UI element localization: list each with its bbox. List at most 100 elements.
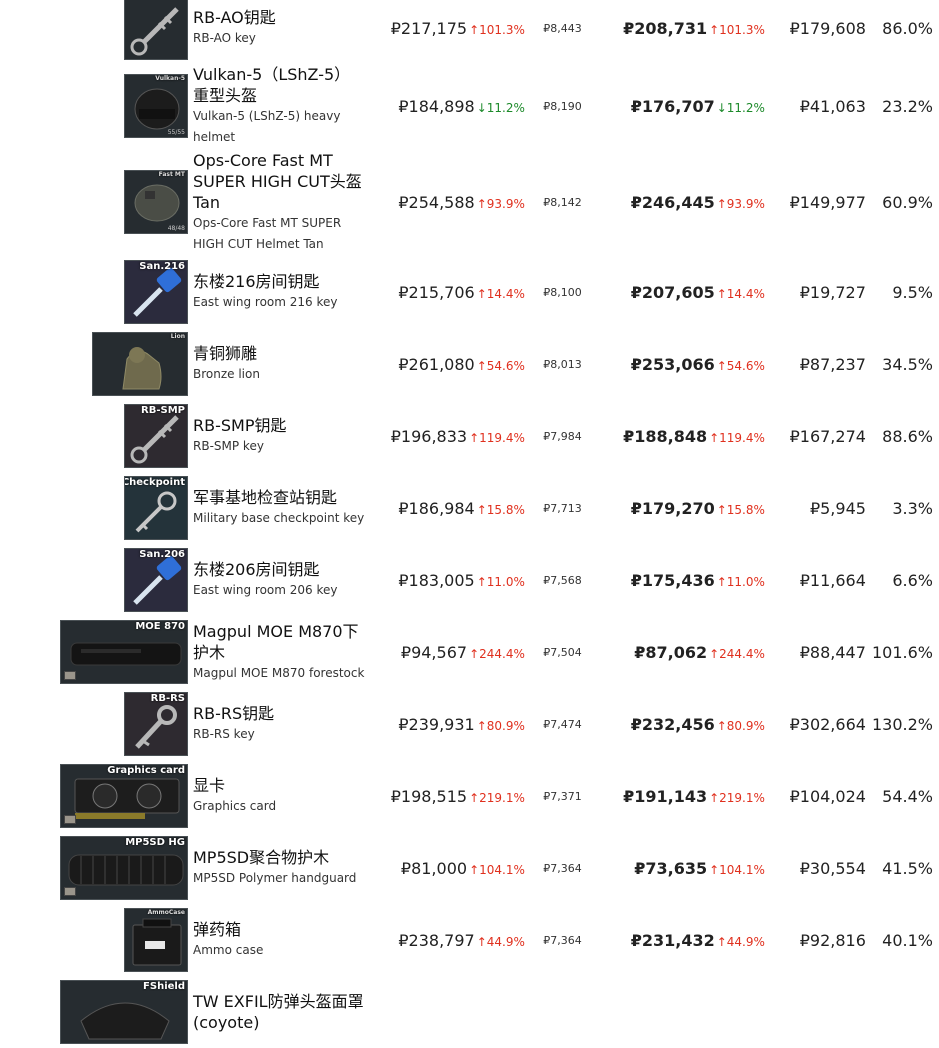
flea-price: ₽94,567 ↑244.4% — [400, 642, 525, 662]
table-row[interactable]: San.206 东楼206房间钥匙 East wing room 206 key … — [0, 544, 939, 616]
item-name-cn[interactable]: Ops-Core Fast MT SUPER HIGH CUT头盔Tan — [193, 150, 365, 213]
profit-value: ₽88,447 — [799, 642, 866, 662]
table-row[interactable]: FShield TW EXFIL防弹头盔面罩(coyote) — [0, 976, 939, 1048]
price-change: ↑54.6% — [476, 358, 525, 373]
trader-price: ₽175,436 ↑11.0% — [630, 570, 765, 590]
profit-value: ₽41,063 — [799, 96, 866, 116]
price-change: ↑14.4% — [716, 286, 765, 301]
price-change: ↑15.8% — [716, 502, 765, 517]
flea-price: ₽215,706 ↑14.4% — [398, 282, 525, 302]
key-icon[interactable]: Checkpoint — [124, 476, 188, 540]
profit-value: ₽179,608 — [789, 18, 866, 38]
flea-price: ₽217,175 ↑101.3% — [390, 18, 525, 38]
trader-price: ₽246,445 ↑93.9% — [630, 192, 765, 212]
table-row[interactable]: RB-AO钥匙 RB-AO key ₽217,175 ↑101.3% ₽8,443 … — [0, 0, 939, 64]
item-name-en: RB-SMP key — [193, 439, 264, 453]
item-name-cn[interactable]: 东楼216房间钥匙 — [193, 271, 365, 292]
table-row[interactable]: Checkpoint 军事基地检查站钥匙 Military base checkp… — [0, 472, 939, 544]
table-row[interactable]: Fast MT 48/48 Ops-Core Fast MT SUPER HIGH… — [0, 148, 939, 256]
key-icon[interactable]: RB-RS — [124, 692, 188, 756]
item-name-cn[interactable]: RB-RS钥匙 — [193, 703, 365, 724]
profit-percent: 6.6% — [892, 570, 933, 590]
flea-price: ₽261,080 ↑54.6% — [398, 354, 525, 374]
profit-value: ₽104,024 — [789, 786, 866, 806]
table-row[interactable]: MOE 870 Magpul MOE M870下护木 Magpul MOE M87… — [0, 616, 939, 688]
table-row[interactable]: Vulkan-5 55/55 Vulkan-5（LShZ-5）重型头盔 Vulkan… — [0, 64, 939, 148]
price-change: ↑219.1% — [469, 790, 525, 805]
profit-value: ₽30,554 — [799, 858, 866, 878]
profit-value: ₽149,977 — [789, 192, 866, 212]
price-change: ↑219.1% — [709, 790, 765, 805]
price-per-slot: ₽8,100 — [543, 285, 582, 299]
price-change: ↑244.4% — [469, 646, 525, 661]
item-name-cn[interactable]: TW EXFIL防弹头盔面罩(coyote) — [193, 991, 365, 1033]
handguard-icon[interactable]: MP5SD HG — [60, 836, 188, 900]
item-name-en: Military base checkpoint key — [193, 511, 365, 525]
helmet-icon[interactable]: Vulkan-5 55/55 — [124, 74, 188, 138]
face-shield-icon[interactable]: FShield — [60, 980, 188, 1044]
flea-price: ₽238,797 ↑44.9% — [398, 930, 525, 950]
profit-percent: 88.6% — [882, 426, 933, 446]
price-change: ↑104.1% — [709, 862, 765, 877]
price-change: ↑119.4% — [469, 430, 525, 445]
ammo-case-icon[interactable]: AmmoCase — [124, 908, 188, 972]
item-name-en: RB-AO key — [193, 31, 256, 45]
item-name-cn[interactable]: Vulkan-5（LShZ-5）重型头盔 — [193, 64, 365, 106]
trader-price: ₽207,605 ↑14.4% — [630, 282, 765, 302]
item-name-cn[interactable]: 青铜狮雕 — [193, 343, 365, 364]
helmet-icon[interactable]: Fast MT 48/48 — [124, 170, 188, 234]
item-name-en: Ammo case — [193, 943, 264, 957]
trader-price: ₽73,635 ↑104.1% — [634, 858, 765, 878]
trader-price: ₽176,707 ↓11.2% — [630, 96, 765, 116]
price-change: ↓11.2% — [476, 100, 525, 115]
price-change: ↑44.9% — [716, 934, 765, 949]
item-name-en: Vulkan-5 (LShZ-5) heavy helmet — [193, 109, 341, 144]
graphics-card-icon[interactable]: Graphics card — [60, 764, 188, 828]
flea-price: ₽239,931 ↑80.9% — [398, 714, 525, 734]
key-icon[interactable]: San.206 — [124, 548, 188, 612]
item-name-en: Ops-Core Fast MT SUPER HIGH CUT Helmet T… — [193, 215, 342, 251]
flea-price: ₽81,000 ↑104.1% — [400, 858, 525, 878]
price-change: ↑244.4% — [709, 646, 765, 661]
item-name-en: Bronze lion — [193, 367, 260, 381]
table-row[interactable]: AmmoCase 弹药箱 Ammo case ₽238,797 ↑44.9% ₽7,… — [0, 904, 939, 976]
table-row[interactable]: Graphics card 显卡 Graphics card ₽198,515 ↑2… — [0, 760, 939, 832]
item-name-cn[interactable]: RB-SMP钥匙 — [193, 415, 365, 436]
item-name-cn[interactable]: RB-AO钥匙 — [193, 7, 365, 28]
flea-price: ₽254,588 ↑93.9% — [398, 192, 525, 212]
price-change: ↑119.4% — [709, 430, 765, 445]
price-per-slot: ₽8,443 — [543, 21, 582, 35]
price-per-slot — [535, 976, 610, 1048]
table-row[interactable]: MP5SD HG MP5SD聚合物护木 MP5SD Polymer handgua… — [0, 832, 939, 904]
item-name-en: RB-RS key — [193, 727, 255, 741]
table-row[interactable]: RB-RS RB-RS钥匙 RB-RS key ₽239,931 ↑80.9% ₽7… — [0, 688, 939, 760]
item-name-cn[interactable]: 军事基地检查站钥匙 — [193, 487, 365, 508]
price-per-slot: ₽7,713 — [543, 501, 582, 515]
item-name-cn[interactable]: 东楼206房间钥匙 — [193, 559, 365, 580]
price-per-slot: ₽7,568 — [543, 573, 582, 587]
price-change: ↑15.8% — [476, 502, 525, 517]
table-row[interactable]: Lion 青铜狮雕 Bronze lion ₽261,080 ↑54.6% ₽8,0… — [0, 328, 939, 400]
key-icon[interactable]: RB-SMP — [124, 404, 188, 468]
price-per-slot: ₽7,474 — [543, 717, 582, 731]
item-name-cn[interactable]: MP5SD聚合物护木 — [193, 847, 365, 868]
table-row[interactable]: RB-SMP RB-SMP钥匙 RB-SMP key ₽196,833 ↑119.4… — [0, 400, 939, 472]
price-per-slot: ₽7,984 — [543, 429, 582, 443]
profit-percent — [872, 976, 939, 1048]
item-name-cn[interactable]: Magpul MOE M870下护木 — [193, 621, 365, 663]
lion-statue-icon[interactable]: Lion — [92, 332, 188, 396]
table-row[interactable]: San.216 东楼216房间钥匙 East wing room 216 key … — [0, 256, 939, 328]
key-icon[interactable]: San.216 — [124, 260, 188, 324]
item-name-cn[interactable]: 弹药箱 — [193, 919, 365, 940]
trader-price: ₽191,143 ↑219.1% — [623, 786, 765, 806]
mod-slot-icon — [64, 671, 76, 680]
trader-price: ₽87,062 ↑244.4% — [634, 642, 765, 662]
price-change: ↑93.9% — [476, 196, 525, 211]
trader-price: ₽188,848 ↑119.4% — [623, 426, 765, 446]
price-change: ↑80.9% — [716, 718, 765, 733]
profit-value: ₽5,945 — [809, 498, 866, 518]
key-icon[interactable] — [124, 0, 188, 60]
price-change: ↑11.0% — [476, 574, 525, 589]
forestock-icon[interactable]: MOE 870 — [60, 620, 188, 684]
item-name-cn[interactable]: 显卡 — [193, 775, 365, 796]
